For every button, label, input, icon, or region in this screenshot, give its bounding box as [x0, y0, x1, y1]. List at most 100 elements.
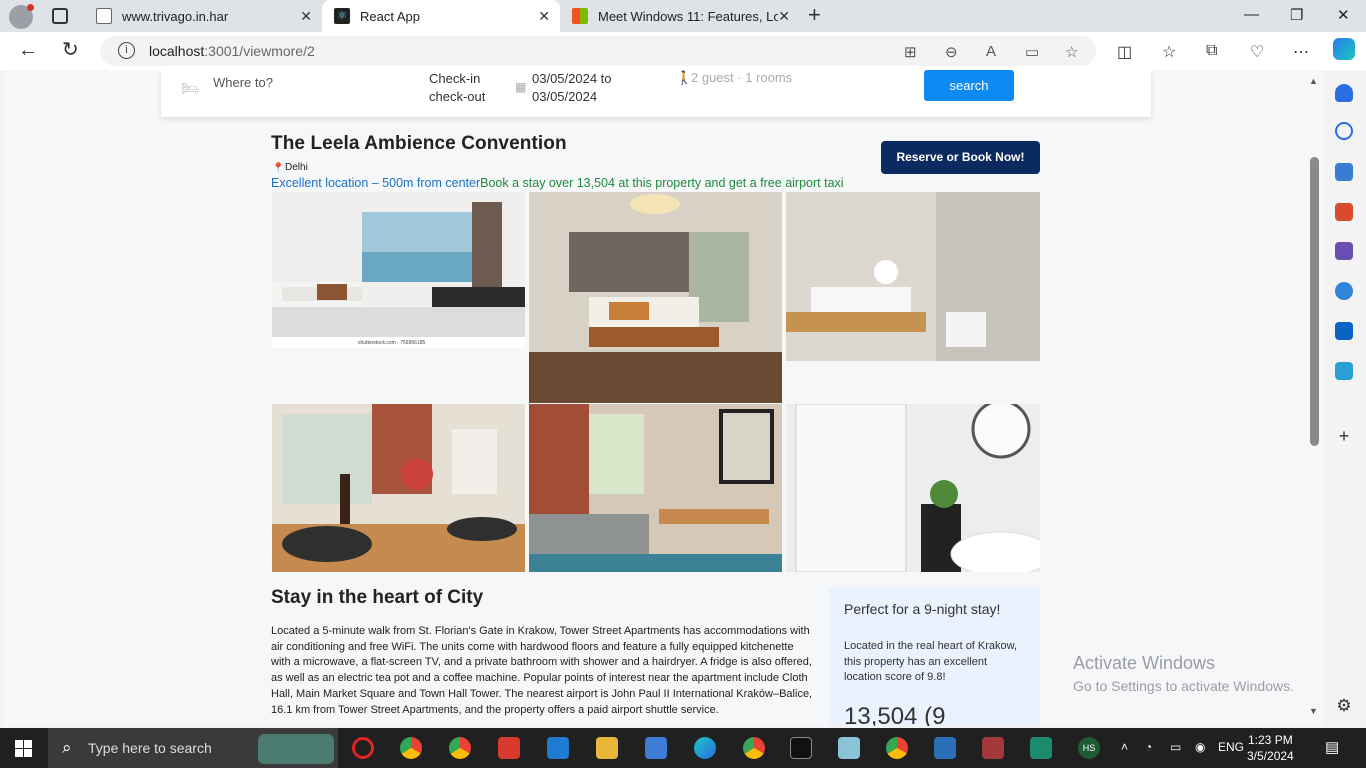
- opera-icon[interactable]: [352, 737, 374, 759]
- search-icon: ⌕: [62, 738, 72, 757]
- browser-toolbar: ← ↻ i localhost:3001/viewmore/2 ⊞ ⊖ A ▭ …: [0, 32, 1366, 70]
- tab-bar: www.trivago.in.har ✕ ⚛ React App ✕ Meet …: [0, 0, 1366, 32]
- back-button[interactable]: ←: [18, 40, 38, 60]
- camera-icon[interactable]: ◉: [1195, 740, 1205, 754]
- destination-input[interactable]: Where to?: [213, 75, 273, 90]
- chrome-icon[interactable]: [886, 737, 908, 759]
- chrome-profile-icon[interactable]: [400, 737, 422, 759]
- tab-title: www.trivago.in.har: [122, 8, 229, 24]
- clock[interactable]: 1:23 PM 3/5/2024: [1247, 732, 1294, 764]
- scroll-down-arrow[interactable]: ▼: [1309, 706, 1318, 716]
- start-button[interactable]: [15, 740, 32, 757]
- bell-icon[interactable]: [1335, 84, 1353, 102]
- hotel-photo[interactable]: [786, 404, 1040, 572]
- map-pin-icon: 📍: [272, 163, 285, 174]
- favorites-icon[interactable]: ☆: [1162, 42, 1176, 62]
- info-icon[interactable]: i: [118, 42, 135, 59]
- search-highlight-image: [258, 734, 334, 764]
- tab-windows11[interactable]: Meet Windows 11: Features, Look ✕: [560, 0, 800, 32]
- refresh-button[interactable]: ↻: [62, 40, 79, 60]
- immersive-reader-icon[interactable]: ▭: [1025, 43, 1039, 61]
- shopping-tag-icon[interactable]: [1335, 163, 1353, 181]
- offer-note: Book a stay over 13,504 at this property…: [480, 176, 844, 190]
- outlook-icon[interactable]: [1335, 322, 1353, 340]
- read-aloud-icon[interactable]: A: [986, 43, 996, 60]
- vscode-icon[interactable]: [547, 737, 569, 759]
- search-icon[interactable]: [1335, 122, 1353, 140]
- wps-office-icon[interactable]: [498, 737, 520, 759]
- copilot-icon[interactable]: [1333, 38, 1355, 60]
- show-hidden-icons[interactable]: ˄: [1121, 740, 1128, 754]
- close-icon[interactable]: ✕: [778, 8, 790, 25]
- person-icon: 🚶: [676, 70, 693, 85]
- file-icon: [96, 8, 112, 24]
- minimize-button[interactable]: —: [1244, 6, 1259, 23]
- summary-price: 13,504 (9: [844, 703, 946, 726]
- browser-essentials-icon[interactable]: ♡: [1250, 42, 1264, 62]
- stay-summary-box: Perfect for a 9-night stay! Located in t…: [829, 587, 1040, 726]
- tab-trivago[interactable]: www.trivago.in.har ✕: [84, 0, 322, 32]
- hotel-description: Located a 5-minute walk from St. Florian…: [271, 625, 813, 716]
- wifi-icon[interactable]: ◔: [1145, 740, 1152, 754]
- hs-app-icon[interactable]: HS: [1078, 737, 1100, 759]
- chrome-profile-icon[interactable]: [743, 737, 765, 759]
- hotel-city: Delhi: [285, 162, 308, 173]
- tab-title: Meet Windows 11: Features, Look: [598, 8, 778, 24]
- games-icon[interactable]: [1335, 242, 1353, 260]
- apps-icon[interactable]: ⊞: [904, 43, 917, 61]
- summary-text: Located in the real heart of Krakow, thi…: [844, 640, 1018, 683]
- scrollbar-thumb[interactable]: [1310, 157, 1319, 446]
- microsoft365-icon[interactable]: [1335, 282, 1353, 300]
- hotel-photo[interactable]: [529, 192, 782, 403]
- page-viewport: 🛏 Where to? Check-in check-out ▦ 03/05/2…: [4, 70, 1309, 726]
- reserve-button[interactable]: Reserve or Book Now!: [881, 141, 1040, 174]
- zoom-icon[interactable]: ⊖: [945, 43, 958, 61]
- battery-icon[interactable]: ▭: [1170, 740, 1181, 754]
- hotel-title: The Leela Ambience Convention: [271, 133, 567, 154]
- tab-react-app[interactable]: ⚛ React App ✕: [322, 0, 560, 32]
- tools-icon[interactable]: [1335, 203, 1353, 221]
- maximize-button[interactable]: ❐: [1290, 6, 1303, 24]
- url-text[interactable]: localhost:3001/viewmore/2: [149, 43, 315, 59]
- hotel-photo[interactable]: shutterstock.com · 756956185: [272, 192, 525, 348]
- chrome-profile-icon[interactable]: [449, 737, 471, 759]
- winrar-icon[interactable]: [982, 737, 1004, 759]
- tab-actions-icon[interactable]: [52, 8, 68, 24]
- security-app-icon[interactable]: [1030, 737, 1052, 759]
- new-tab-button[interactable]: +: [808, 4, 821, 26]
- react-icon: ⚛: [334, 8, 350, 24]
- calendar-icon: ▦: [515, 80, 527, 94]
- edge-icon[interactable]: [694, 737, 716, 759]
- location-line: Excellent location – 500m from centerBoo…: [271, 176, 844, 190]
- control-panel-icon[interactable]: [934, 737, 956, 759]
- scroll-up-arrow[interactable]: ▲: [1309, 76, 1318, 86]
- notifications-icon[interactable]: ▤: [1325, 738, 1339, 756]
- close-window-button[interactable]: ✕: [1337, 6, 1350, 24]
- terminal-icon[interactable]: [790, 737, 812, 759]
- hotel-photo[interactable]: [529, 404, 782, 572]
- favorite-star-icon[interactable]: ☆: [1065, 43, 1078, 61]
- hotel-photo[interactable]: [786, 192, 1040, 361]
- section-title: Stay in the heart of City: [271, 587, 484, 608]
- collections-icon[interactable]: ⧉: [1206, 42, 1217, 60]
- close-icon[interactable]: ✕: [538, 8, 550, 25]
- close-icon[interactable]: ✕: [300, 8, 312, 25]
- store-icon[interactable]: [645, 737, 667, 759]
- date-range-picker[interactable]: 03/05/2024 to 03/05/2024: [532, 70, 612, 106]
- profile-avatar[interactable]: [9, 4, 34, 29]
- more-menu-icon[interactable]: ⋯: [1293, 42, 1309, 62]
- guests-selector[interactable]: 2 guest · 1 rooms: [691, 70, 792, 85]
- language-indicator[interactable]: ENG: [1218, 740, 1244, 754]
- add-icon[interactable]: +: [1335, 427, 1353, 445]
- hotel-photo[interactable]: [272, 404, 525, 572]
- taskbar-search-placeholder: Type here to search: [88, 740, 212, 756]
- file-explorer-icon[interactable]: [596, 737, 618, 759]
- split-screen-icon[interactable]: ◫: [1117, 42, 1132, 62]
- activate-windows-watermark: Activate Windows Go to Settings to activ…: [1073, 653, 1294, 694]
- notes-app-icon[interactable]: [838, 737, 860, 759]
- settings-gear-icon[interactable]: ⚙: [1335, 697, 1353, 715]
- address-bar[interactable]: i localhost:3001/viewmore/2 ⊞ ⊖ A ▭ ☆: [100, 36, 1096, 66]
- taskbar-search[interactable]: ⌕ Type here to search: [48, 728, 338, 768]
- search-button[interactable]: search: [924, 70, 1014, 101]
- send-icon[interactable]: [1335, 362, 1353, 380]
